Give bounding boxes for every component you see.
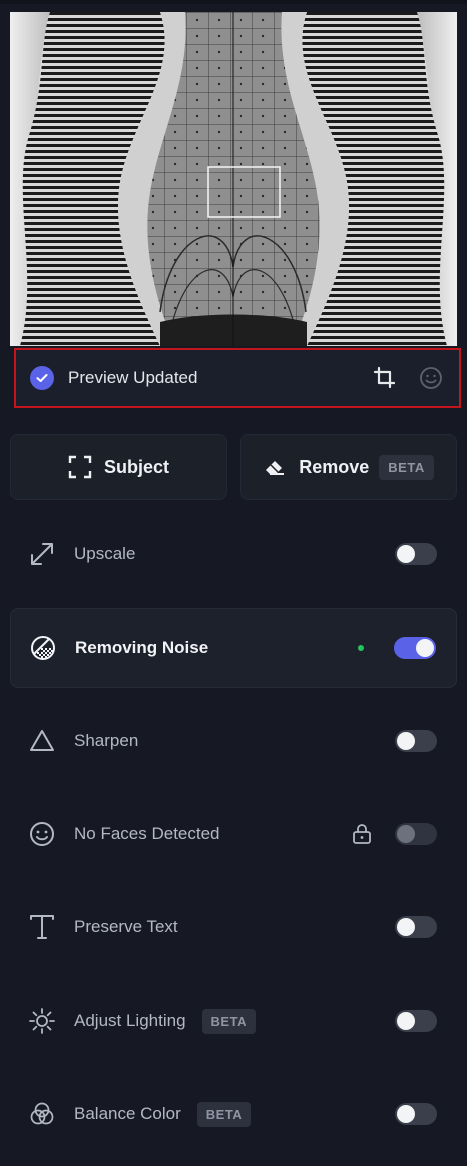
sharpen-toggle[interactable] xyxy=(395,730,437,752)
beta-badge: BETA xyxy=(379,454,434,480)
preview-status-bar: Preview Updated xyxy=(14,348,461,408)
crop-icon[interactable] xyxy=(371,364,399,392)
remove-label: Remove xyxy=(299,456,370,477)
text-icon xyxy=(26,911,58,943)
select-frame-icon xyxy=(68,455,92,479)
removing-noise-toggle[interactable] xyxy=(394,637,436,659)
feature-label: No Faces Detected xyxy=(74,824,220,843)
feature-balance-color[interactable]: Balance Color BETA xyxy=(10,1074,457,1154)
balance-color-toggle[interactable] xyxy=(395,1103,437,1125)
feature-upscale[interactable]: Upscale xyxy=(10,514,457,594)
noise-icon xyxy=(27,632,59,664)
no-faces-toggle xyxy=(395,823,437,845)
sun-icon xyxy=(26,1005,58,1037)
feature-sharpen[interactable]: Sharpen xyxy=(10,701,457,781)
feature-label: Adjust Lighting xyxy=(74,1011,186,1030)
color-balance-icon xyxy=(26,1098,58,1130)
feature-label: Removing Noise xyxy=(75,638,209,657)
preview-image[interactable] xyxy=(10,12,457,346)
upscale-toggle[interactable] xyxy=(395,543,437,565)
feature-label: Upscale xyxy=(74,544,136,563)
feature-adjust-lighting[interactable]: Adjust Lighting BETA xyxy=(10,981,457,1061)
subject-label: Subject xyxy=(103,456,169,477)
feature-label: Sharpen xyxy=(74,731,139,750)
feature-preserve-text[interactable]: Preserve Text xyxy=(10,887,457,967)
beta-badge: BETA xyxy=(196,1101,252,1127)
face-icon xyxy=(26,818,58,850)
adjust-lighting-toggle[interactable] xyxy=(395,1010,437,1032)
active-indicator-dot xyxy=(358,645,364,651)
check-icon xyxy=(30,366,54,390)
face-icon[interactable] xyxy=(417,364,445,392)
beta-badge: BETA xyxy=(201,1008,256,1034)
feature-removing-noise[interactable]: Removing Noise xyxy=(10,608,457,688)
top-edge xyxy=(0,0,467,4)
remove-button[interactable]: Remove BETA xyxy=(240,434,457,500)
lock-icon xyxy=(351,823,373,845)
feature-label: Preserve Text xyxy=(74,917,178,936)
sharpen-icon xyxy=(26,725,58,757)
action-row: Subject Remove BETA xyxy=(10,434,457,502)
eraser-icon xyxy=(263,455,287,479)
enhance-panel: Preview Updated Subject Remove BETA Upsc… xyxy=(0,0,467,1166)
feature-label: Balance Color xyxy=(74,1104,181,1123)
preserve-text-toggle[interactable] xyxy=(395,916,437,938)
feature-no-faces-detected: No Faces Detected xyxy=(10,794,457,874)
status-text: Preview Updated xyxy=(68,368,198,387)
upscale-icon xyxy=(26,538,58,570)
subject-button[interactable]: Subject xyxy=(10,434,227,500)
